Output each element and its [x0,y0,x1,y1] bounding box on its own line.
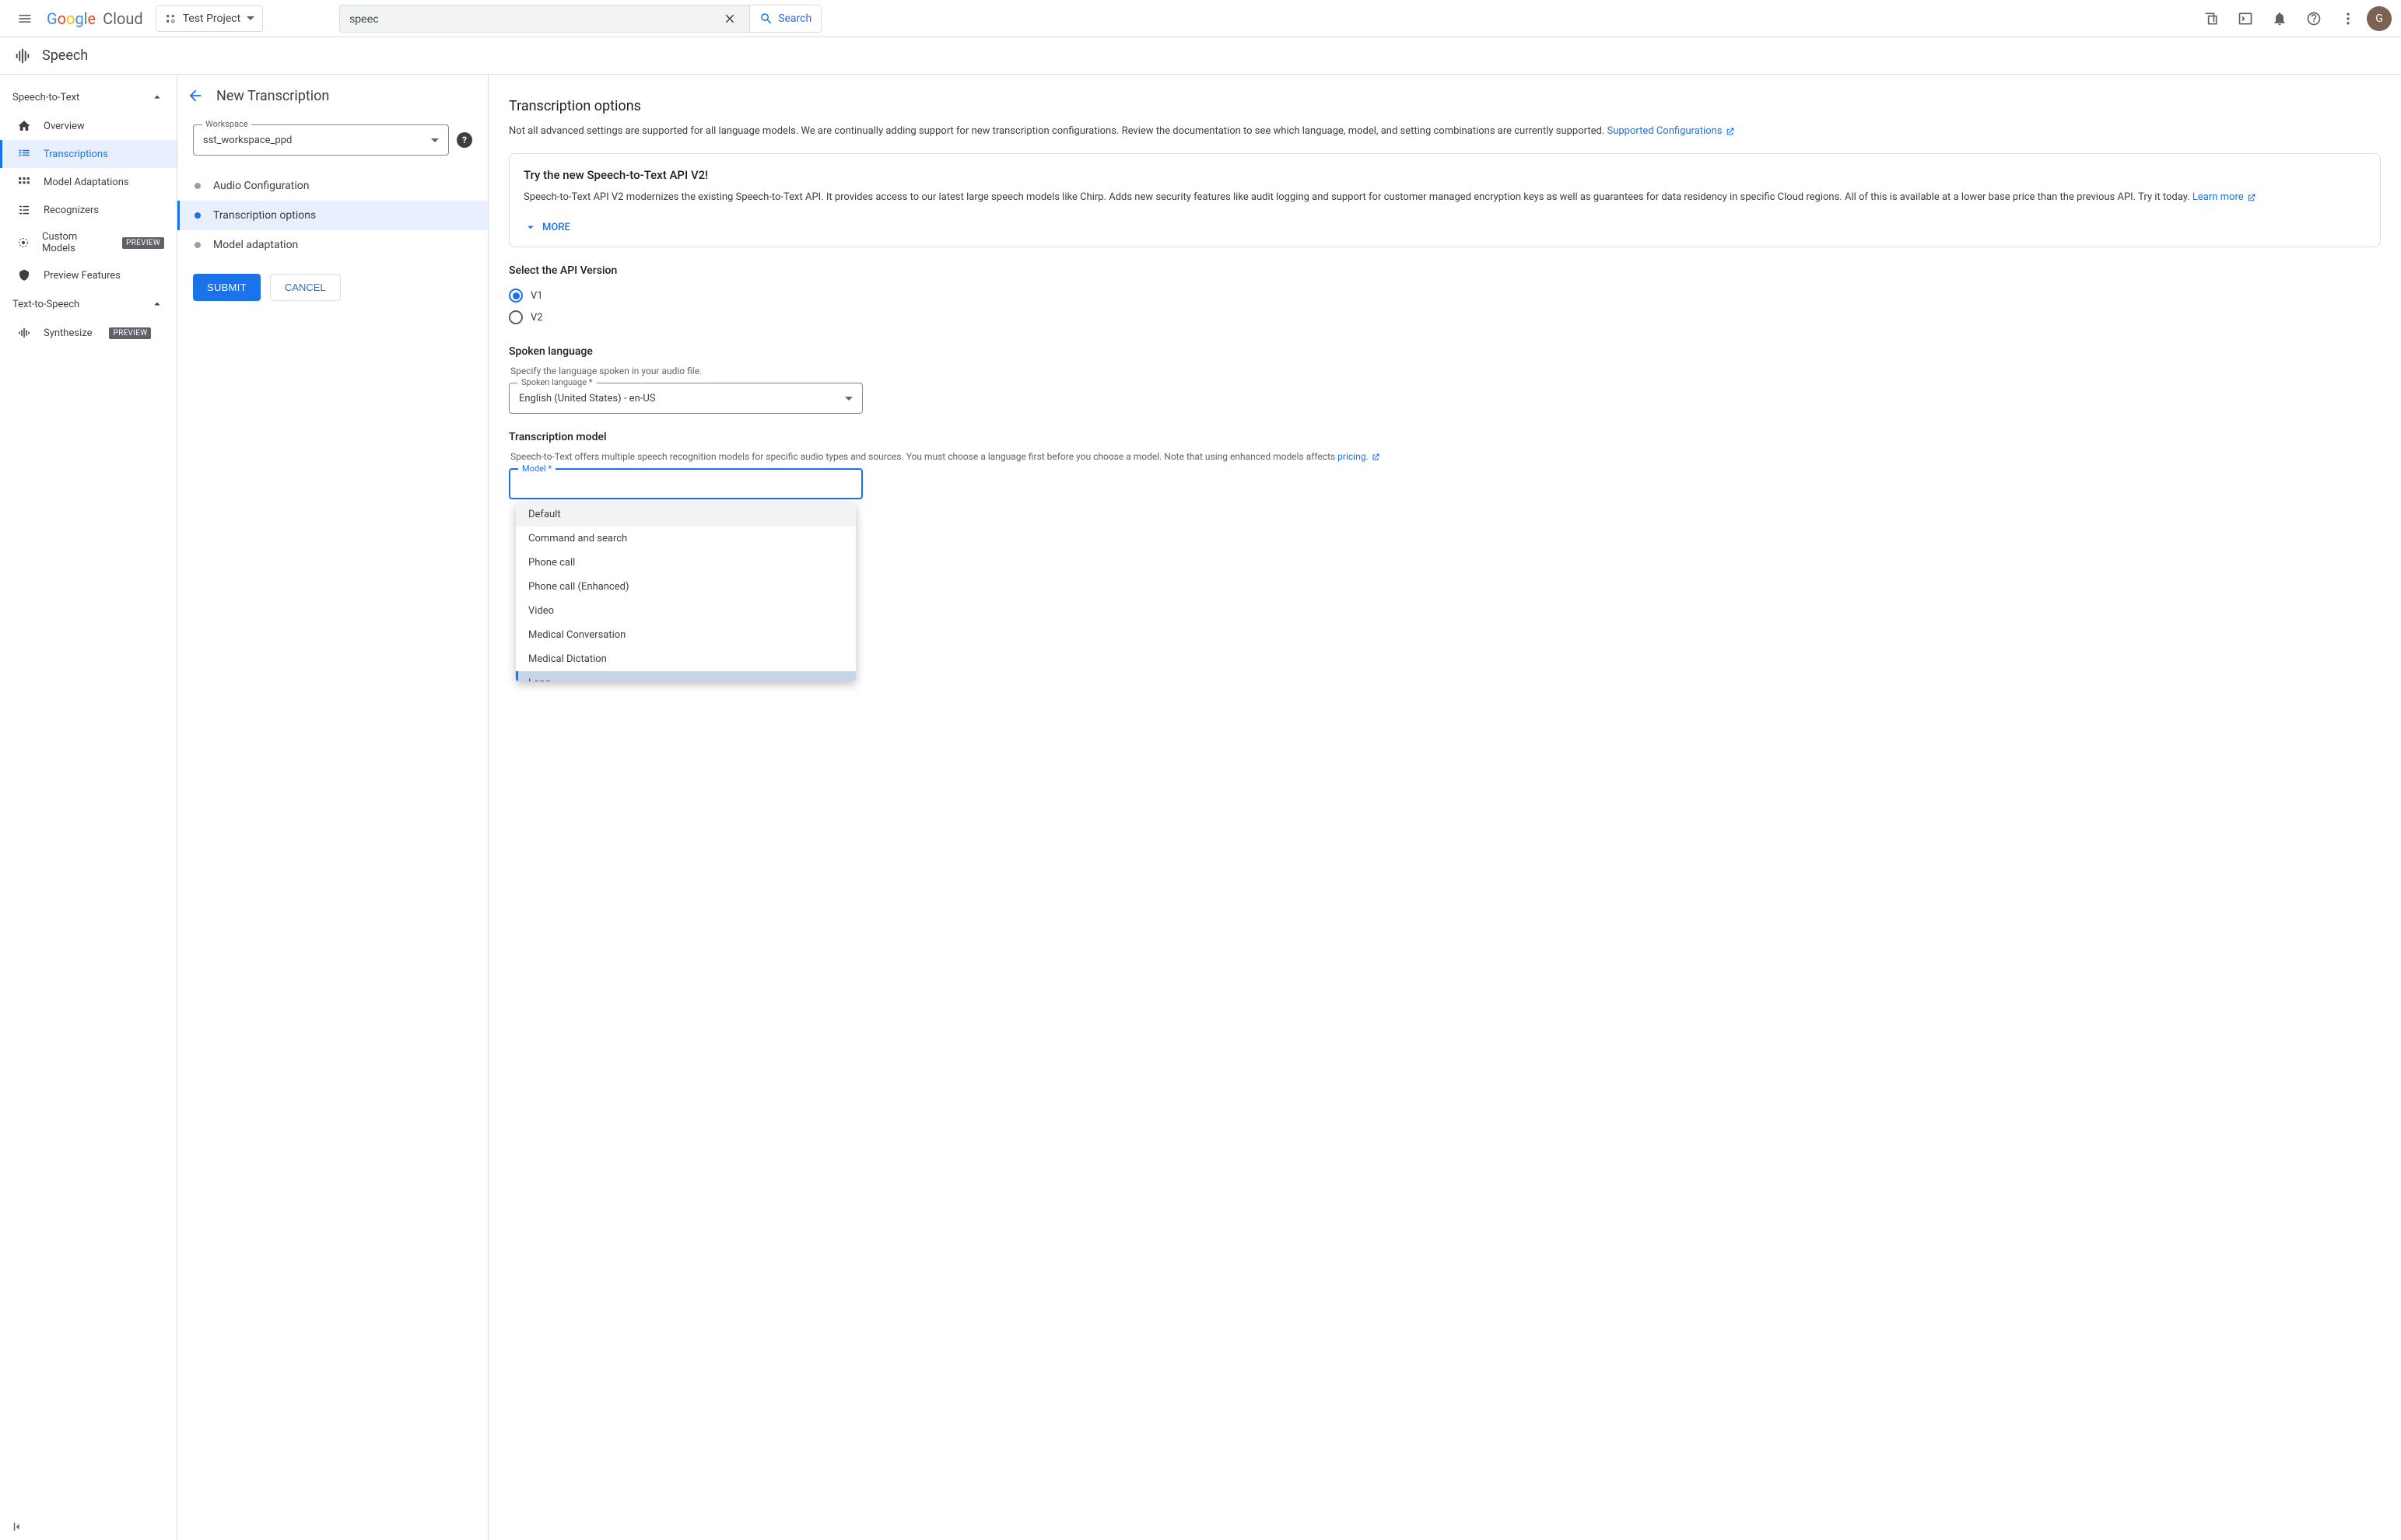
model-option-medical-dictation[interactable]: Medical Dictation [516,647,856,671]
radio-icon [509,310,523,324]
stepper-column: New Transcription Workspace sst_workspac… [177,75,489,1540]
model-option-video[interactable]: Video [516,599,856,623]
model-option-medical-conversation[interactable]: Medical Conversation [516,623,856,647]
cancel-button[interactable]: CANCEL [270,274,341,301]
radio-v2[interactable]: V2 [509,306,2381,328]
spoken-language-hint: Specify the language spoken in your audi… [510,366,2381,376]
transcription-model-hint: Speech-to-Text offers multiple speech re… [510,451,2381,462]
chevron-up-icon [150,297,164,311]
transcription-model-title: Transcription model [509,431,2381,443]
more-vert-icon[interactable] [2333,3,2364,34]
card-title: Try the new Speech-to-Text API V2! [524,168,2366,182]
radio-v1[interactable]: V1 [509,285,2381,306]
hamburger-icon[interactable] [9,3,40,34]
search-icon [759,12,773,26]
model-option-phone-call-enhanced[interactable]: Phone call (Enhanced) [516,575,856,599]
nav-custom-models[interactable]: Custom Models PREVIEW [0,224,177,261]
collapse-sidebar-icon[interactable] [11,1520,25,1534]
nav-group-text-to-speech[interactable]: Text-to-Speech [0,289,177,319]
search-box[interactable] [339,5,749,33]
notifications-icon[interactable] [2264,3,2295,34]
model-option-default[interactable]: Default [516,502,856,527]
nav-synthesize[interactable]: Synthesize PREVIEW [0,319,177,347]
service-bar: Speech [0,37,2401,75]
sidebar: Speech-to-Text Overview Transcriptions M… [0,75,177,1540]
top-bar: Google Cloud Test Project Search G [0,0,2401,37]
workspace-field: Workspace sst_workspace_ppd ? [193,124,472,156]
model-option-command-and-search[interactable]: Command and search [516,527,856,551]
workspace-select[interactable]: sst_workspace_ppd [193,124,449,156]
supported-configurations-link[interactable]: Supported Configurations [1607,125,1735,137]
avatar[interactable]: G [2367,6,2392,31]
step-audio-configuration[interactable]: Audio Configuration [177,171,488,201]
service-title: Speech [42,47,88,64]
nav-model-adaptations[interactable]: Model Adaptations [0,168,177,196]
model-option-long[interactable]: Long [516,671,856,681]
chevron-up-icon [150,90,164,104]
pricing-link[interactable]: pricing. [1337,451,1379,462]
cloud-shell-icon[interactable] [2196,3,2227,34]
nav-group-speech-to-text[interactable]: Speech-to-Text [0,82,177,112]
model-dropdown: Default Command and search Phone call Ph… [516,502,856,681]
nav-preview-features[interactable]: Preview Features [0,261,177,289]
nav-overview[interactable]: Overview [0,112,177,140]
help-tooltip-icon[interactable]: ? [457,132,472,148]
google-cloud-logo[interactable]: Google Cloud [47,9,143,28]
learn-more-link[interactable]: Learn more [2192,191,2256,203]
terminal-icon[interactable] [2230,3,2261,34]
page-title: New Transcription [216,88,329,104]
api-version-title: Select the API Version [509,264,2381,277]
step-transcription-options[interactable]: Transcription options [177,201,488,230]
search-button[interactable]: Search [749,5,822,33]
nav-transcriptions[interactable]: Transcriptions [0,140,177,168]
chevron-down-icon [247,16,254,20]
spoken-language-select[interactable]: Spoken language * English (United States… [509,383,863,414]
api-v2-info-card: Try the new Speech-to-Text API V2! Speec… [509,153,2381,248]
project-name: Test Project [183,12,240,25]
project-icon [164,12,177,25]
radio-icon [509,289,523,303]
model-select[interactable]: Model * [509,468,863,499]
search-input[interactable] [349,12,720,25]
top-right-actions: G [2196,3,2392,34]
search-container: Search [339,5,822,33]
help-icon[interactable] [2298,3,2329,34]
back-arrow-icon[interactable] [187,87,204,104]
nav-recognizers[interactable]: Recognizers [0,196,177,224]
chevron-down-icon [431,138,439,142]
spoken-language-title: Spoken language [509,345,2381,358]
speech-icon [14,47,31,65]
more-expand-button[interactable]: MORE [524,215,2366,239]
chevron-down-icon [845,397,853,401]
section-title: Transcription options [509,98,2381,114]
submit-button[interactable]: SUBMIT [193,274,261,301]
project-picker[interactable]: Test Project [156,5,263,32]
clear-icon[interactable] [720,12,740,26]
step-model-adaptation[interactable]: Model adaptation [177,230,488,260]
model-option-phone-call[interactable]: Phone call [516,551,856,575]
section-description: Not all advanced settings are supported … [509,124,2381,139]
content-column: Transcription options Not all advanced s… [489,75,2401,1540]
